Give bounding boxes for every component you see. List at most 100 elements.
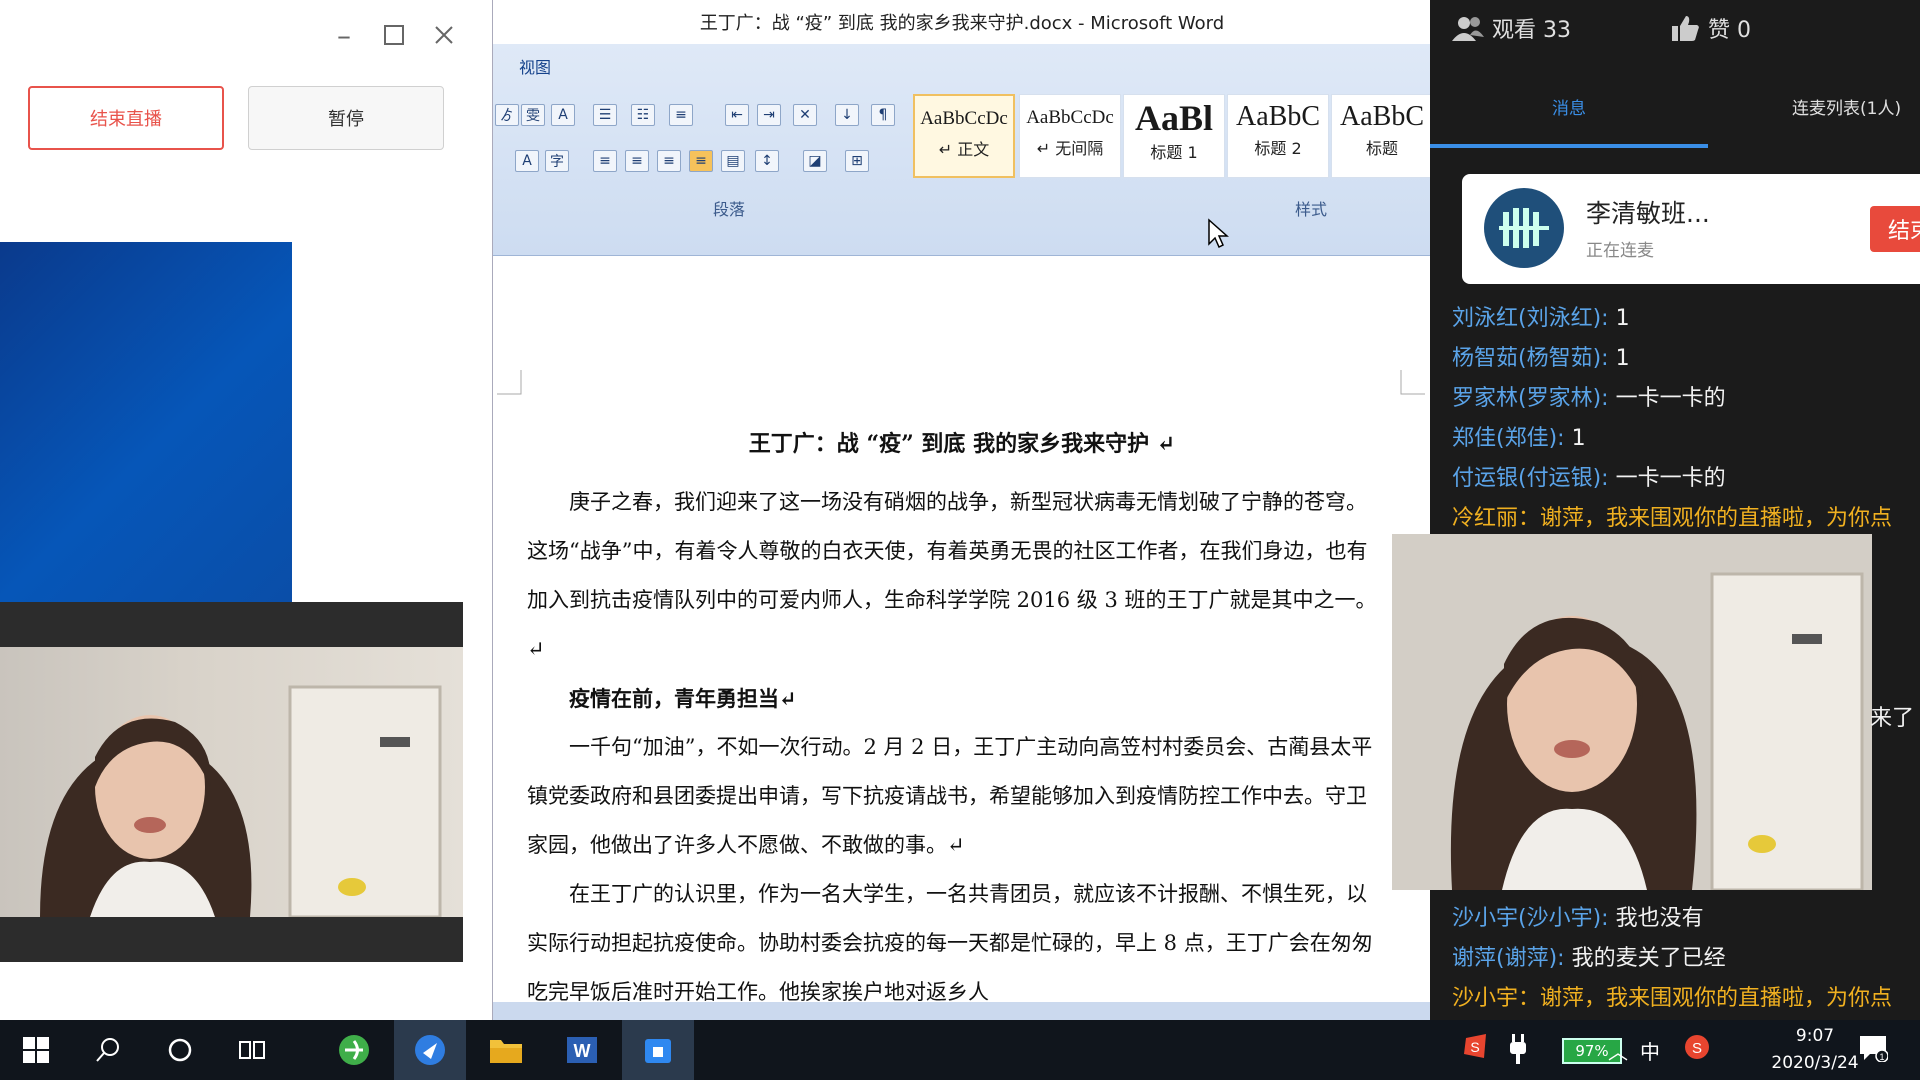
ime-indicator[interactable]: 中	[1640, 1036, 1660, 1065]
shading-icon[interactable]: ◪	[803, 150, 827, 172]
chat-message: 罗家林(罗家林): 一卡一卡的	[1452, 386, 1726, 411]
mic-connect-card: 李清敏班... 正在连麦 结束	[1462, 174, 1920, 284]
camera-preview-left	[0, 602, 463, 962]
chat-message: 刘泳红(刘泳红): 1	[1452, 306, 1630, 331]
style-sample: AaBbC	[1236, 101, 1320, 132]
svg-text:S: S	[1692, 1040, 1702, 1057]
windows-start-icon[interactable]	[0, 1020, 72, 1080]
thumbs-up-icon	[1672, 16, 1699, 41]
task-view-icon[interactable]	[216, 1020, 288, 1080]
viewer-count-text: 观看 33	[1492, 18, 1571, 43]
distributed-icon[interactable]: ▤	[721, 150, 745, 172]
tab-view[interactable]: 视图	[519, 54, 551, 78]
pause-button[interactable]: 暂停	[248, 86, 444, 150]
clock-time[interactable]: 9:07	[1760, 1026, 1870, 1046]
people-icon	[1452, 17, 1484, 41]
style-name: 标题 1	[1150, 143, 1198, 162]
show-marks-icon[interactable]: ¶	[871, 104, 895, 126]
word-window: 王丁广：战 “疫” 到底 我的家乡我来守护.docx - Microsoft W…	[492, 0, 1433, 1020]
enclosed-char-icon[interactable]: 字	[545, 150, 569, 172]
style-heading-2[interactable]: AaBbC 标题 2	[1227, 94, 1329, 178]
connect-status: 正在连麦	[1586, 241, 1654, 261]
camera-video-left	[0, 647, 463, 917]
active-tab-indicator	[1430, 144, 1708, 148]
style-name: ↵ 无间隔	[1036, 139, 1104, 158]
line-spacing-icon[interactable]: ↕	[755, 150, 779, 172]
style-name: 标题	[1365, 139, 1398, 158]
tab-messages[interactable]: 消息	[1552, 94, 1586, 119]
chat-message: 杨智茹(杨智茹): 1	[1452, 346, 1630, 371]
doc-paragraph-3: 在王丁广的认识里，作为一名大学生，一名共青团员，就应该不计报酬、不惧生死，以实际…	[527, 882, 1373, 1004]
notification-icon[interactable]: 1	[1858, 1034, 1889, 1066]
margin-corner-left	[497, 370, 522, 395]
style-name: 标题 2	[1254, 139, 1302, 158]
style-no-spacing[interactable]: AaBbCcDc ↵ 无间隔	[1019, 94, 1121, 178]
like-count[interactable]: 赞 0	[1670, 12, 1751, 44]
input-method-icon[interactable]: S	[1462, 1032, 1490, 1064]
style-title[interactable]: AaBbC 标题	[1331, 94, 1433, 178]
live-control-panel: – 结束直播 暂停	[0, 0, 492, 1020]
status-bar	[493, 1002, 1431, 1020]
end-connect-button[interactable]: 结束	[1870, 206, 1920, 252]
close-icon[interactable]	[424, 18, 464, 52]
svg-text:W: W	[574, 1041, 591, 1061]
power-plug-icon	[1508, 1034, 1528, 1068]
decrease-indent-icon[interactable]: ⇤	[725, 104, 749, 126]
document-page[interactable]: 王丁广：战 “疫” 到底 我的家乡我来守护 ↵ 庚子之春，我们迎来了这一场没有硝…	[493, 256, 1431, 1020]
end-live-button[interactable]: 结束直播	[28, 86, 224, 150]
cortana-icon[interactable]	[144, 1020, 216, 1080]
like-count-text: 赞 0	[1708, 18, 1751, 43]
align-center-icon[interactable]: ≡	[625, 150, 649, 172]
ribbon: 视图 ゟ 雯 A A 字 ☰ ☷ ≡ ⇤ ⇥ ✕ ↓ ¶ ≡ ≡ ≡ ≡ ▤ ↕…	[493, 44, 1433, 300]
viewer-count: 观看 33	[1452, 12, 1571, 44]
char-shading-icon[interactable]: A	[515, 150, 539, 172]
screen-share-preview	[0, 242, 292, 602]
avatar	[1484, 188, 1564, 268]
justify-icon[interactable]: ≡	[689, 150, 713, 172]
chat-message: 沙小宇(沙小宇): 我也没有	[1452, 906, 1704, 931]
style-sample: AaBl	[1134, 98, 1213, 138]
style-sample: AaBbCcDc	[920, 108, 1008, 129]
group-paragraph-label: 段落	[713, 200, 746, 219]
doc-title: 王丁广：战 “疫” 到底 我的家乡我来守护 ↵	[748, 431, 1176, 457]
increase-indent-icon[interactable]: ⇥	[757, 104, 781, 126]
sort-icon[interactable]: ↓	[835, 104, 859, 126]
enclose-char-icon[interactable]: 雯	[521, 104, 545, 126]
browser-icon[interactable]	[318, 1020, 390, 1080]
doc-paragraph-2: 一千句“加油”，不如一次行动。2 月 2 日，王丁广主动向高笠村村委员会、古蔺县…	[527, 735, 1373, 857]
word-app-icon[interactable]: W	[546, 1020, 618, 1080]
svg-text:1: 1	[1879, 1052, 1884, 1062]
minimize-icon[interactable]: –	[324, 18, 364, 52]
doc-heading-paragraph: 疫情在前，青年勇担当↵	[569, 686, 797, 711]
mouse-cursor-icon	[1208, 218, 1229, 249]
char-border-icon[interactable]: A	[551, 104, 575, 126]
file-explorer-icon[interactable]	[470, 1020, 542, 1080]
phonetic-guide-icon[interactable]: ゟ	[495, 104, 519, 126]
doc-paragraph-1: 庚子之春，我们迎来了这一场没有硝烟的战争，新型冠状病毒无情划破了宁静的苍穹。这场…	[527, 490, 1377, 661]
live-app-icon[interactable]	[394, 1020, 466, 1080]
multilevel-list-icon[interactable]: ≡	[669, 104, 693, 126]
style-heading-1[interactable]: AaBl 标题 1	[1123, 94, 1225, 178]
style-sample: AaBbC	[1340, 101, 1424, 132]
tab-mic-list[interactable]: 连麦列表(1人)	[1792, 94, 1901, 119]
svg-text:S: S	[1470, 1039, 1479, 1055]
chat-message: 郑佳(郑佳): 1	[1452, 426, 1586, 451]
chinese-layout-icon[interactable]: ✕	[793, 104, 817, 126]
sogou-icon[interactable]: S	[1684, 1034, 1710, 1064]
align-left-icon[interactable]: ≡	[593, 150, 617, 172]
style-normal[interactable]: AaBbCcDc ↵ 正文	[913, 94, 1015, 178]
connect-user-name: 李清敏班...	[1586, 199, 1710, 228]
search-icon[interactable]	[72, 1020, 144, 1080]
align-right-icon[interactable]: ≡	[657, 150, 681, 172]
calendar-app-icon[interactable]	[622, 1020, 694, 1080]
bullets-icon[interactable]: ☰	[593, 104, 617, 126]
group-styles-label: 样式	[1295, 200, 1328, 219]
numbering-icon[interactable]: ☷	[631, 104, 655, 126]
chat-overflow-text: 来了	[1870, 706, 1915, 731]
borders-icon[interactable]: ⊞	[845, 150, 869, 172]
maximize-icon[interactable]	[374, 18, 414, 52]
gift-message: 沙小宇：谢萍，我来围观你的直播啦，为你点	[1452, 986, 1893, 1011]
chevron-up-icon[interactable]: ︿	[1608, 1036, 1628, 1065]
chat-message: 付运银(付运银): 一卡一卡的	[1452, 466, 1726, 491]
style-name: ↵ 正文	[938, 140, 990, 159]
